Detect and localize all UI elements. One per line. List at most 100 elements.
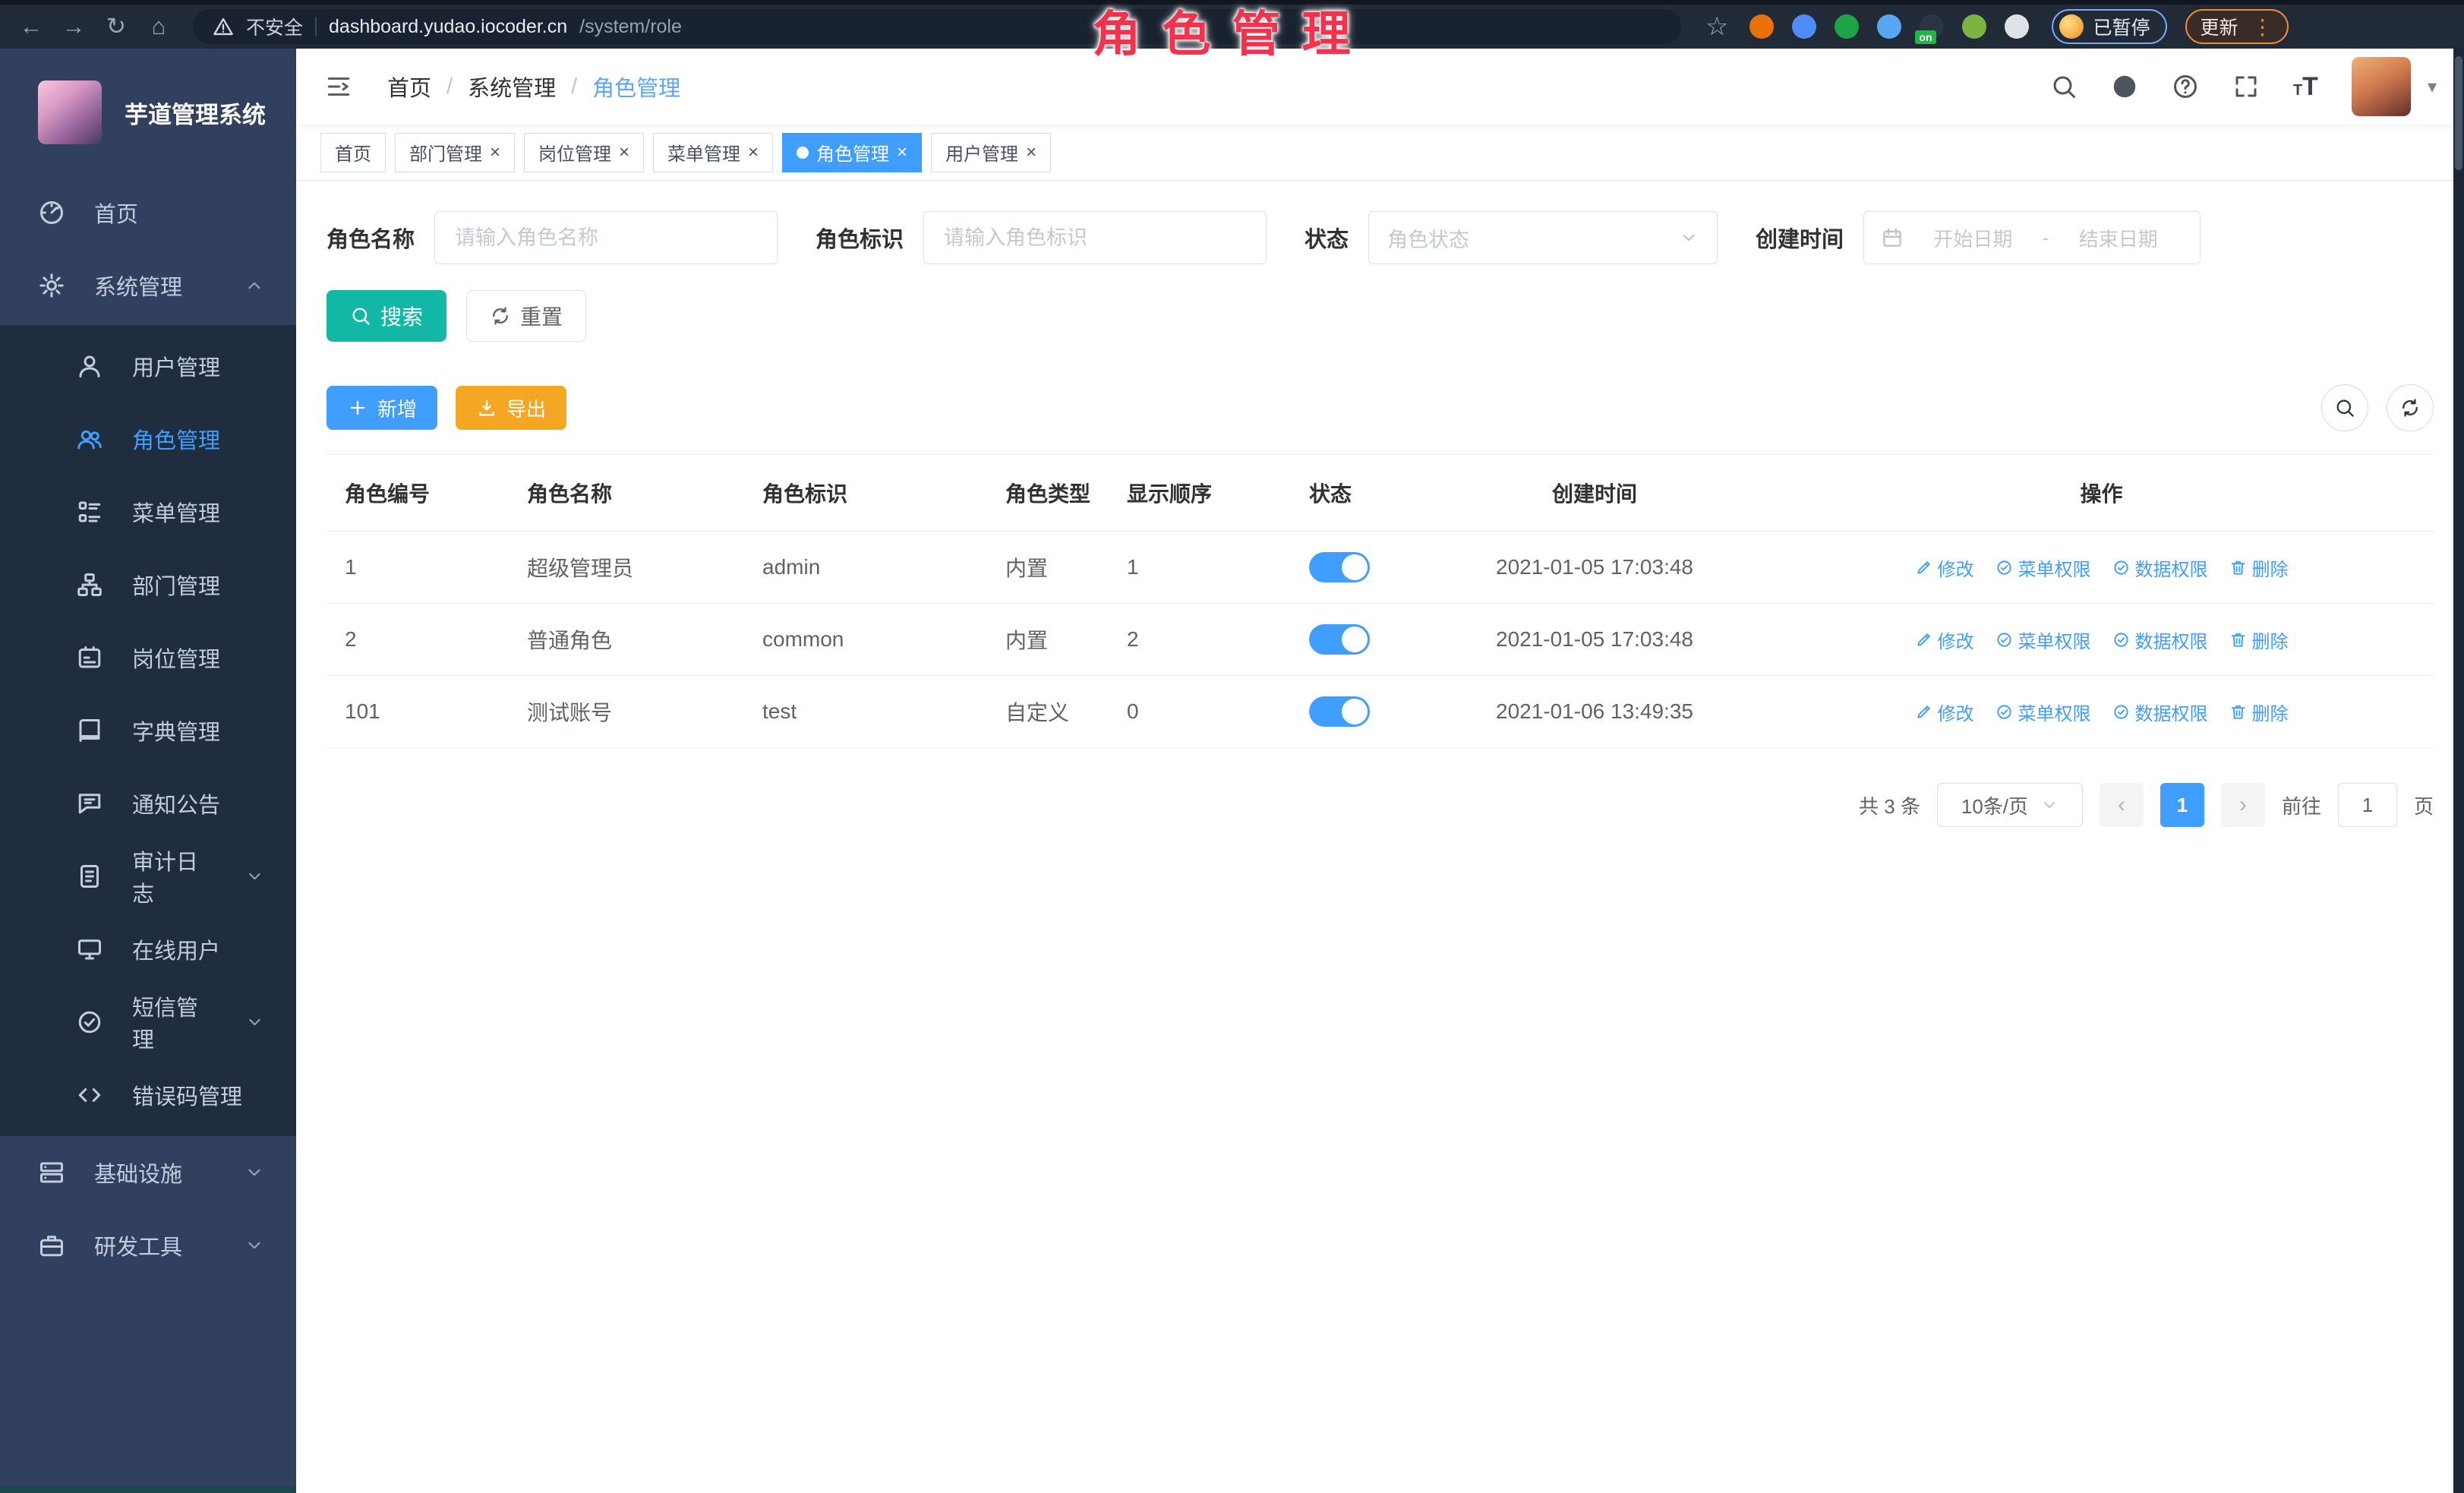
browser-back-button[interactable]: ← bbox=[14, 9, 49, 44]
status-select[interactable]: 角色状态 bbox=[1368, 211, 1718, 264]
emoji-face-icon bbox=[2059, 14, 2084, 39]
delete-role-link[interactable]: 删除 bbox=[2229, 554, 2289, 581]
tab-user[interactable]: 用户管理× bbox=[931, 133, 1051, 172]
toggle-search-button[interactable] bbox=[2321, 384, 2368, 431]
sidebar-item-dict[interactable]: 字典管理 bbox=[0, 694, 296, 767]
search-icon[interactable] bbox=[2050, 73, 2078, 100]
tab-close-icon[interactable]: × bbox=[490, 144, 500, 162]
puzzle-extensions-icon[interactable] bbox=[2005, 14, 2029, 39]
browser-menu-kebab-icon[interactable]: ⋮ bbox=[2252, 14, 2273, 39]
breadcrumb-item[interactable]: 系统管理 bbox=[468, 71, 556, 103]
sidebar-item-label: 角色管理 bbox=[132, 423, 220, 455]
user-avatar[interactable] bbox=[2352, 57, 2411, 116]
sidebar-item-user[interactable]: 用户管理 bbox=[0, 330, 296, 402]
sidebar-item-error-code[interactable]: 错误码管理 bbox=[0, 1059, 296, 1132]
sidebar-item-infra[interactable]: 基础设施 bbox=[0, 1136, 296, 1209]
font-size-icon[interactable]: TT bbox=[2293, 72, 2318, 102]
add-role-button[interactable]: 新增 bbox=[327, 386, 437, 430]
id-badge-icon bbox=[76, 644, 103, 671]
tab-close-icon[interactable]: × bbox=[748, 144, 759, 162]
orange-ring-extension-icon[interactable] bbox=[1749, 14, 1774, 39]
cell-role-sort: 2 bbox=[1109, 604, 1291, 676]
status-toggle[interactable] bbox=[1309, 552, 1370, 582]
status-toggle[interactable] bbox=[1309, 624, 1370, 655]
search-button[interactable]: 搜索 bbox=[327, 290, 446, 342]
role-name-input[interactable] bbox=[434, 211, 778, 264]
paused-extension-pill[interactable]: 已暂停 bbox=[2052, 9, 2166, 44]
menu-permission-link[interactable]: 菜单权限 bbox=[1995, 699, 2091, 725]
help-icon[interactable] bbox=[2172, 73, 2199, 100]
dark-switch-extension-icon[interactable]: on bbox=[1920, 14, 1944, 39]
green-check-extension-icon[interactable] bbox=[1835, 14, 1859, 39]
data-permission-link[interactable]: 数据权限 bbox=[2112, 627, 2208, 653]
role-key-input[interactable] bbox=[923, 211, 1267, 264]
next-page-button[interactable]: › bbox=[2221, 783, 2265, 827]
fullscreen-icon[interactable] bbox=[2232, 73, 2260, 100]
sidebar-collapse-icon[interactable] bbox=[323, 73, 354, 100]
breadcrumb-item[interactable]: 首页 bbox=[387, 71, 431, 103]
export-button[interactable]: 导出 bbox=[456, 386, 566, 430]
menu-permission-link[interactable]: 菜单权限 bbox=[1995, 627, 2091, 653]
sidebar-item-sms[interactable]: 短信管理 bbox=[0, 986, 296, 1059]
scrollbar-thumb[interactable] bbox=[2455, 56, 2462, 170]
blue-grid-extension-icon[interactable] bbox=[1877, 14, 1901, 39]
tab-close-icon[interactable]: × bbox=[1026, 144, 1036, 162]
bookmark-star-icon[interactable]: ☆ bbox=[1705, 11, 1728, 42]
cell-actions: 修改菜单权限数据权限删除 bbox=[1769, 604, 2434, 676]
data-permission-link[interactable]: 数据权限 bbox=[2112, 699, 2208, 725]
browser-home-button[interactable]: ⌂ bbox=[141, 9, 176, 44]
tab-post[interactable]: 岗位管理 × bbox=[524, 133, 644, 172]
tab-menu[interactable]: 菜单管理 × bbox=[653, 133, 773, 172]
url-bar[interactable]: 不安全 dashboard.yudao.iocoder.cn /system/r… bbox=[193, 9, 1681, 44]
page-1-button[interactable]: 1 bbox=[2160, 783, 2204, 827]
sidebar-item-label: 部门管理 bbox=[132, 569, 220, 601]
tab-home[interactable]: 首页 bbox=[320, 133, 386, 172]
sidebar-item-menu[interactable]: 菜单管理 bbox=[0, 475, 296, 548]
date-range-picker[interactable]: 开始日期 - 结束日期 bbox=[1863, 211, 2201, 264]
tab-role[interactable]: 角色管理× bbox=[782, 133, 922, 172]
circle-check-icon bbox=[76, 1008, 103, 1036]
green-monkey-extension-icon[interactable] bbox=[1962, 14, 1986, 39]
refresh-table-button[interactable] bbox=[2387, 384, 2434, 431]
sidebar-item-home[interactable]: 首页 bbox=[0, 176, 296, 249]
browser-forward-button[interactable]: → bbox=[56, 9, 91, 44]
sidebar-item-role[interactable]: 角色管理 bbox=[0, 402, 296, 475]
delete-role-link[interactable]: 删除 bbox=[2229, 699, 2289, 725]
reset-button[interactable]: 重置 bbox=[466, 290, 586, 342]
sidebar-logo-row[interactable]: 芋道管理系统 bbox=[0, 49, 296, 176]
prev-page-button[interactable]: ‹ bbox=[2100, 783, 2144, 827]
status-toggle[interactable] bbox=[1309, 696, 1370, 727]
goto-page-input[interactable] bbox=[2338, 783, 2397, 827]
tab-close-icon[interactable]: × bbox=[619, 144, 629, 162]
circle-check-icon bbox=[1995, 703, 2013, 721]
breadcrumb-item[interactable]: 角色管理 bbox=[592, 71, 680, 103]
sidebar-item-system[interactable]: 系统管理 bbox=[0, 249, 296, 322]
top-navbar: 首页/系统管理/角色管理 TT ▾ bbox=[296, 49, 2464, 125]
tab-label: 首页 bbox=[335, 139, 371, 166]
sidebar-item-post[interactable]: 岗位管理 bbox=[0, 621, 296, 694]
tab-label: 菜单管理 bbox=[667, 139, 740, 166]
edit-role-link[interactable]: 修改 bbox=[1915, 699, 1974, 725]
data-permission-link[interactable]: 数据权限 bbox=[2112, 554, 2208, 581]
tab-close-icon[interactable]: × bbox=[897, 144, 907, 162]
edit-role-link[interactable]: 修改 bbox=[1915, 627, 1974, 653]
menu-permission-link[interactable]: 菜单权限 bbox=[1995, 554, 2091, 581]
sidebar-item-dev-tools[interactable]: 研发工具 bbox=[0, 1209, 296, 1282]
trash-icon bbox=[2229, 703, 2247, 721]
page-size-select[interactable]: 10条/页 bbox=[1937, 783, 2083, 827]
avatar-caret-down-icon[interactable]: ▾ bbox=[2428, 76, 2437, 98]
sidebar-item-notice[interactable]: 通知公告 bbox=[0, 767, 296, 840]
github-icon[interactable] bbox=[2111, 73, 2138, 100]
sidebar-item-audit-log[interactable]: 审计日志 bbox=[0, 840, 296, 913]
page-scrollbar[interactable] bbox=[2453, 49, 2464, 1493]
browser-update-button[interactable]: 更新 ⋮ bbox=[2185, 9, 2289, 44]
sidebar-item-dept[interactable]: 部门管理 bbox=[0, 548, 296, 621]
sidebar-item-online-user[interactable]: 在线用户 bbox=[0, 913, 296, 986]
blue-drop-extension-icon[interactable] bbox=[1792, 14, 1816, 39]
delete-role-link[interactable]: 删除 bbox=[2229, 627, 2289, 653]
edit-role-link[interactable]: 修改 bbox=[1915, 554, 1974, 581]
tab-dept[interactable]: 部门管理× bbox=[395, 133, 515, 172]
browser-reload-button[interactable]: ↻ bbox=[99, 9, 134, 44]
table-toolbar: 新增 导出 bbox=[327, 384, 2434, 431]
tab-label: 岗位管理 bbox=[538, 139, 611, 166]
